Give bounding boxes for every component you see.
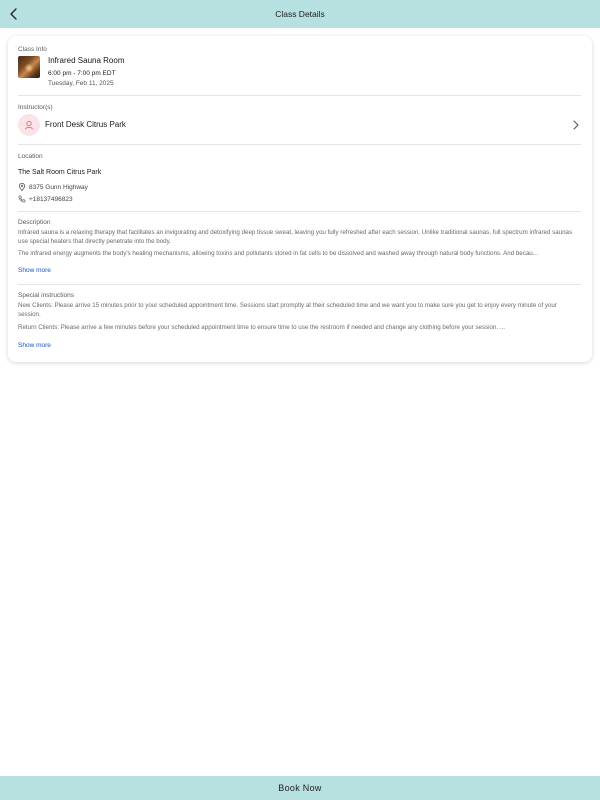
book-now-button[interactable]: Book Now — [0, 776, 600, 800]
class-details-card: Class Info Infrared Sauna Room 6:00 pm -… — [8, 36, 592, 362]
class-info-label: Class Info — [18, 46, 47, 53]
divider — [18, 95, 581, 96]
special-instructions-paragraph: Return Clients: Please arrive a few minu… — [18, 324, 506, 331]
back-button[interactable] — [4, 4, 24, 24]
class-details-screen: Class Details Class Info Infrared Sauna … — [0, 0, 600, 800]
class-date: Tuesday, Feb 11, 2025 — [48, 80, 114, 87]
address-line[interactable]: 8375 Gunn Highway — [18, 182, 88, 192]
map-pin-icon — [18, 183, 26, 191]
avatar — [18, 114, 40, 136]
page-title: Class Details — [275, 9, 325, 19]
location-phone: +18137496823 — [29, 195, 73, 203]
chevron-right-icon — [573, 120, 579, 130]
instructor-name: Front Desk Citrus Park — [45, 120, 126, 129]
phone-icon — [18, 195, 26, 203]
special-instructions-paragraph: New Clients: Please arrive 15 minutes pr… — [18, 302, 557, 318]
description-paragraph: Infrared sauna is a relaxing therapy tha… — [18, 229, 573, 245]
description-label: Description — [18, 219, 51, 226]
location-section: Location The Salt Room Citrus Park 8375 … — [18, 153, 581, 205]
special-instructions-label: Special instructions — [18, 292, 74, 299]
class-thumbnail — [18, 56, 40, 78]
description-section: Description Infrared sauna is a relaxing… — [18, 219, 581, 279]
instructor-label: Instructor(s) — [18, 104, 53, 111]
book-now-label: Book Now — [278, 783, 322, 793]
divider — [18, 144, 581, 145]
description-paragraph: The infrared energy augments the body's … — [18, 250, 538, 257]
instructor-row[interactable]: Front Desk Citrus Park — [18, 114, 581, 136]
instructor-section: Instructor(s) Front Desk Citrus Park — [18, 104, 581, 138]
class-time: 6:00 pm - 7:00 pm EDT — [48, 70, 116, 77]
class-name: Infrared Sauna Room — [48, 56, 125, 65]
special-instructions-section: Special instructions New Clients: Please… — [18, 292, 581, 352]
location-label: Location — [18, 153, 43, 160]
person-icon — [25, 120, 33, 130]
top-bar: Class Details — [0, 0, 600, 28]
divider — [18, 211, 581, 212]
chevron-left-icon — [10, 8, 17, 20]
divider — [18, 284, 581, 285]
location-name: The Salt Room Citrus Park — [18, 169, 102, 176]
description-show-more-link[interactable]: Show more — [18, 267, 51, 274]
class-info-section: Class Info Infrared Sauna Room 6:00 pm -… — [18, 46, 581, 91]
location-address: 8375 Gunn Highway — [29, 183, 88, 191]
special-instructions-show-more-link[interactable]: Show more — [18, 342, 51, 349]
phone-line[interactable]: +18137496823 — [18, 194, 73, 204]
